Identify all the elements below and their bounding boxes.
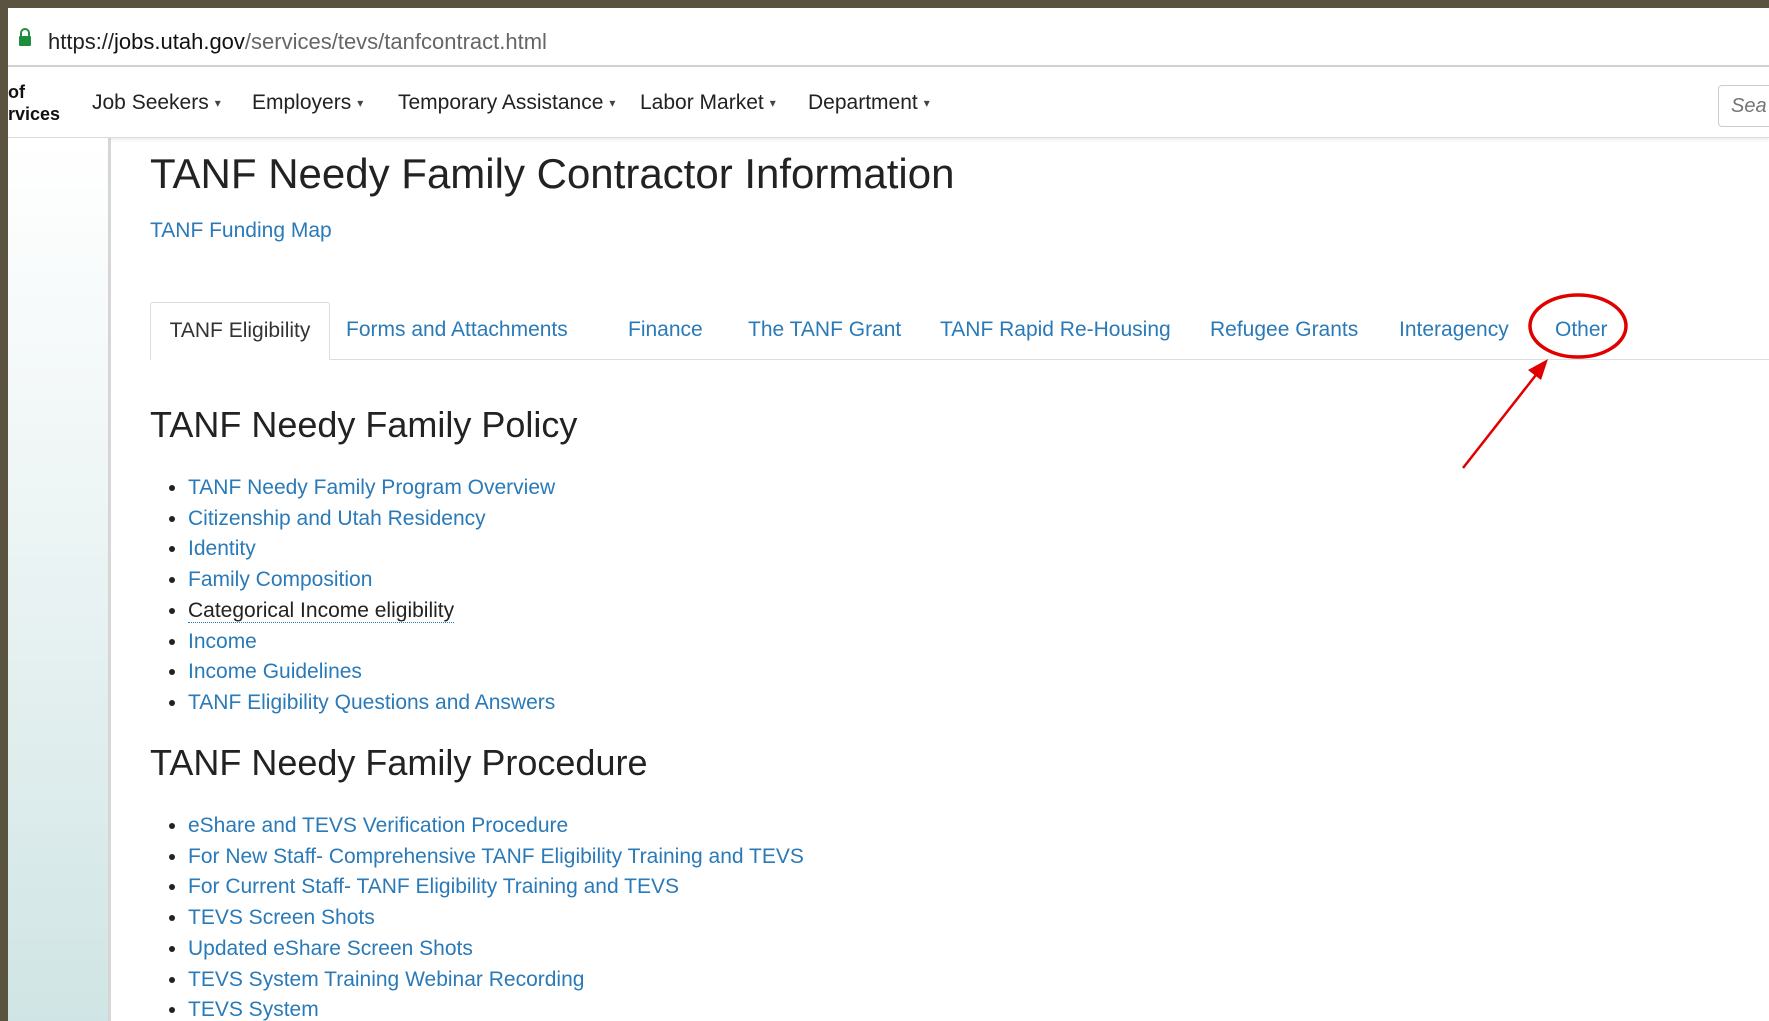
policy-link[interactable]: Family Composition xyxy=(188,568,372,591)
logo-line-2: rvices xyxy=(8,104,61,124)
procedure-link[interactable]: eShare and TEVS Verification Procedure xyxy=(188,814,568,837)
list-item: Family Composition xyxy=(188,565,555,596)
nav-job-seekers[interactable]: Job Seekers ▾ xyxy=(92,91,221,115)
list-item: TANF Eligibility Questions and Answers xyxy=(188,688,555,719)
list-item: eShare and TEVS Verification Procedure xyxy=(188,811,804,842)
nav-item-label: Temporary Assistance xyxy=(398,91,604,114)
site-search[interactable] xyxy=(1718,85,1769,127)
url-path: /services/tevs/tanfcontract.html xyxy=(244,29,547,54)
procedure-link[interactable]: TEVS System Training Webinar Recording xyxy=(188,968,584,991)
procedure-link[interactable]: For Current Staff- TANF Eligibility Trai… xyxy=(188,875,679,898)
procedure-link[interactable]: TEVS Screen Shots xyxy=(188,906,375,929)
list-item: Income xyxy=(188,627,555,658)
browser-window: https://jobs.utah.gov/services/tevs/tanf… xyxy=(8,8,1769,1021)
list-item: For Current Staff- TANF Eligibility Trai… xyxy=(188,872,804,903)
search-input[interactable] xyxy=(1729,94,1769,119)
site-logo[interactable]: of rvices xyxy=(8,81,60,125)
page-title: TANF Needy Family Contractor Information xyxy=(150,150,955,197)
list-item: For New Staff- Comprehensive TANF Eligib… xyxy=(188,842,804,873)
policy-link[interactable]: Income xyxy=(188,630,257,653)
caret-down-icon: ▾ xyxy=(769,96,776,111)
tab-refugee-grants[interactable]: Refugee Grants xyxy=(1210,302,1358,358)
nav-department[interactable]: Department ▾ xyxy=(808,91,930,115)
caret-down-icon: ▾ xyxy=(214,96,221,111)
nav-employers[interactable]: Employers ▾ xyxy=(252,91,363,115)
policy-link[interactable]: TANF Eligibility Questions and Answers xyxy=(188,691,555,714)
url-scheme: https:// xyxy=(48,29,115,54)
tab-bar: TANF Eligibility Forms and Attachments F… xyxy=(150,302,1769,360)
procedure-link[interactable]: TEVS System xyxy=(188,998,319,1021)
nav-item-label: Department xyxy=(808,91,918,114)
tab-tanf-eligibility[interactable]: TANF Eligibility xyxy=(150,302,330,360)
caret-down-icon: ▾ xyxy=(357,96,364,111)
policy-link[interactable]: TANF Needy Family Program Overview xyxy=(188,476,555,499)
nav-temporary-assistance[interactable]: Temporary Assistance ▾ xyxy=(398,91,615,115)
policy-link[interactable]: Identity xyxy=(188,537,256,560)
url-text[interactable]: https://jobs.utah.gov/services/tevs/tanf… xyxy=(48,29,547,55)
nav-item-label: Labor Market xyxy=(640,91,764,114)
tab-interagency[interactable]: Interagency xyxy=(1399,302,1509,358)
nav-item-label: Job Seekers xyxy=(92,91,209,114)
policy-link[interactable]: Categorical Income eligibility xyxy=(188,598,455,623)
procedure-link-list: eShare and TEVS Verification Procedure F… xyxy=(168,811,804,1021)
lock-icon xyxy=(19,28,31,46)
tab-forms-and-attachments[interactable]: Forms and Attachments xyxy=(346,302,568,358)
tab-other[interactable]: Other xyxy=(1555,302,1608,358)
nav-labor-market[interactable]: Labor Market ▾ xyxy=(640,91,776,115)
address-bar[interactable]: https://jobs.utah.gov/services/tevs/tanf… xyxy=(8,8,1769,67)
tanf-funding-map-link[interactable]: TANF Funding Map xyxy=(150,219,332,243)
policy-link[interactable]: Income Guidelines xyxy=(188,660,362,683)
tab-tanf-rapid-re-housing[interactable]: TANF Rapid Re-Housing xyxy=(940,302,1171,358)
list-item: Income Guidelines xyxy=(188,657,555,688)
procedure-link[interactable]: For New Staff- Comprehensive TANF Eligib… xyxy=(188,845,804,868)
policy-link-list: TANF Needy Family Program Overview Citiz… xyxy=(168,473,555,719)
logo-line-1: of xyxy=(8,82,25,102)
tab-the-tanf-grant[interactable]: The TANF Grant xyxy=(748,302,901,358)
policy-link[interactable]: Citizenship and Utah Residency xyxy=(188,507,486,530)
list-item: TEVS System Training Webinar Recording xyxy=(188,965,804,996)
list-item: Identity xyxy=(188,534,555,565)
list-item: Categorical Income eligibility xyxy=(188,596,555,627)
list-item: TEVS System xyxy=(188,995,804,1021)
list-item: TANF Needy Family Program Overview xyxy=(188,473,555,504)
caret-down-icon: ▾ xyxy=(609,96,616,111)
list-item: Updated eShare Screen Shots xyxy=(188,934,804,965)
nav-item-label: Employers xyxy=(252,91,352,114)
procedure-link[interactable]: Updated eShare Screen Shots xyxy=(188,937,473,960)
caret-down-icon: ▾ xyxy=(923,96,930,111)
procedure-heading: TANF Needy Family Procedure xyxy=(150,742,648,783)
list-item: TEVS Screen Shots xyxy=(188,903,804,934)
list-item: Citizenship and Utah Residency xyxy=(188,504,555,535)
site-navbar: of rvices Job Seekers ▾ Employers ▾ Tempor… xyxy=(8,67,1769,138)
url-host: jobs.utah.gov xyxy=(114,29,245,54)
left-sidebar xyxy=(8,138,111,1021)
tab-finance[interactable]: Finance xyxy=(628,302,703,358)
main-content: TANF Needy Family Contractor Information… xyxy=(150,138,1769,1021)
policy-heading: TANF Needy Family Policy xyxy=(150,404,578,445)
